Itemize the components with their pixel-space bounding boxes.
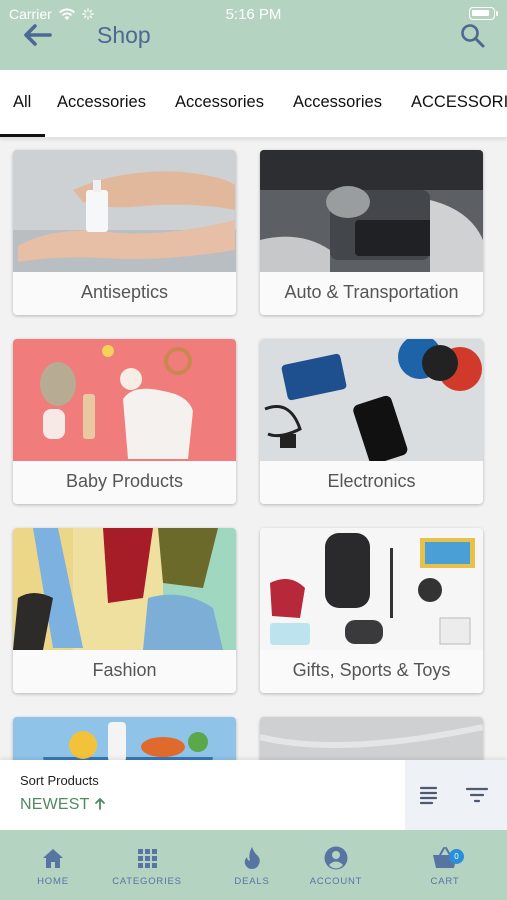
sort-selector[interactable]: NEWEST [20, 796, 106, 814]
category-card-antiseptics[interactable]: Antiseptics [13, 150, 236, 315]
list-view-icon [419, 786, 438, 805]
battery-icon [469, 7, 498, 20]
category-image [260, 339, 483, 461]
category-card-auto-transportation[interactable]: Auto & Transportation [260, 150, 483, 315]
category-label: Baby Products [65, 471, 184, 491]
category-label: Gifts, Sports & Toys [292, 660, 451, 680]
category-image [260, 528, 483, 650]
search-icon [461, 24, 485, 48]
status-time: 5:16 PM [225, 6, 282, 23]
category-image [260, 150, 483, 272]
tab-accessories[interactable]: Accessories [57, 70, 146, 137]
arrow-left-icon [24, 24, 52, 46]
nav-categories[interactable]: CATEGORIES [97, 845, 197, 887]
search-button[interactable] [459, 22, 487, 50]
nav-label: CART [430, 876, 460, 887]
tab-all[interactable]: All [13, 70, 31, 137]
nav-label: ACCOUNT [309, 876, 363, 887]
tab-accessories[interactable]: Accessories [175, 70, 264, 137]
list-view-button[interactable] [417, 784, 441, 806]
app-header: Carrier 5:16 PM Shop [0, 0, 507, 70]
category-card-electronics[interactable]: Electronics [260, 339, 483, 504]
category-label: Electronics [327, 471, 416, 491]
arrow-up-icon [95, 798, 105, 810]
category-label: Antiseptics [80, 282, 169, 302]
view-options [405, 760, 507, 830]
category-card-gifts-sports-toys[interactable]: Gifts, Sports & Toys [260, 528, 483, 693]
category-image [13, 150, 236, 272]
nav-label: CATEGORIES [112, 876, 182, 887]
category-label: Auto & Transportation [284, 282, 459, 302]
category-image [13, 528, 236, 650]
sort-value: NEWEST [20, 796, 90, 813]
sort-title: Sort Products [20, 773, 99, 788]
category-card-fashion[interactable]: Fashion [13, 528, 236, 693]
grid-icon [138, 849, 157, 868]
tab-accessories-upper[interactable]: ACCESSORIES [411, 70, 507, 137]
category-card-baby-products[interactable]: Baby Products [13, 339, 236, 504]
filter-button[interactable] [465, 784, 489, 806]
active-tab-indicator [0, 134, 45, 137]
page-title: Shop [97, 22, 151, 48]
tab-accessories[interactable]: Accessories [293, 70, 382, 137]
category-label: Fashion [92, 660, 157, 680]
status-bar: Carrier 5:16 PM [0, 0, 507, 28]
home-icon [43, 849, 63, 868]
flame-icon [244, 847, 260, 869]
nav-label: HOME [37, 876, 69, 887]
category-tabs: All Accessories Accessories Accessories … [0, 70, 507, 138]
nav-account[interactable]: ACCOUNT [286, 845, 386, 887]
sort-panel: Sort Products NEWEST [0, 760, 507, 830]
nav-home[interactable]: HOME [3, 845, 103, 887]
cart-count-badge: 0 [449, 849, 464, 864]
bottom-navigation: HOME CATEGORIES DEALS ACCOUNT 0 CART [0, 830, 507, 900]
category-image [13, 339, 236, 461]
back-button[interactable] [22, 20, 58, 50]
account-icon [324, 846, 348, 870]
nav-cart[interactable]: 0 CART [395, 845, 495, 887]
filter-icon [465, 787, 489, 803]
